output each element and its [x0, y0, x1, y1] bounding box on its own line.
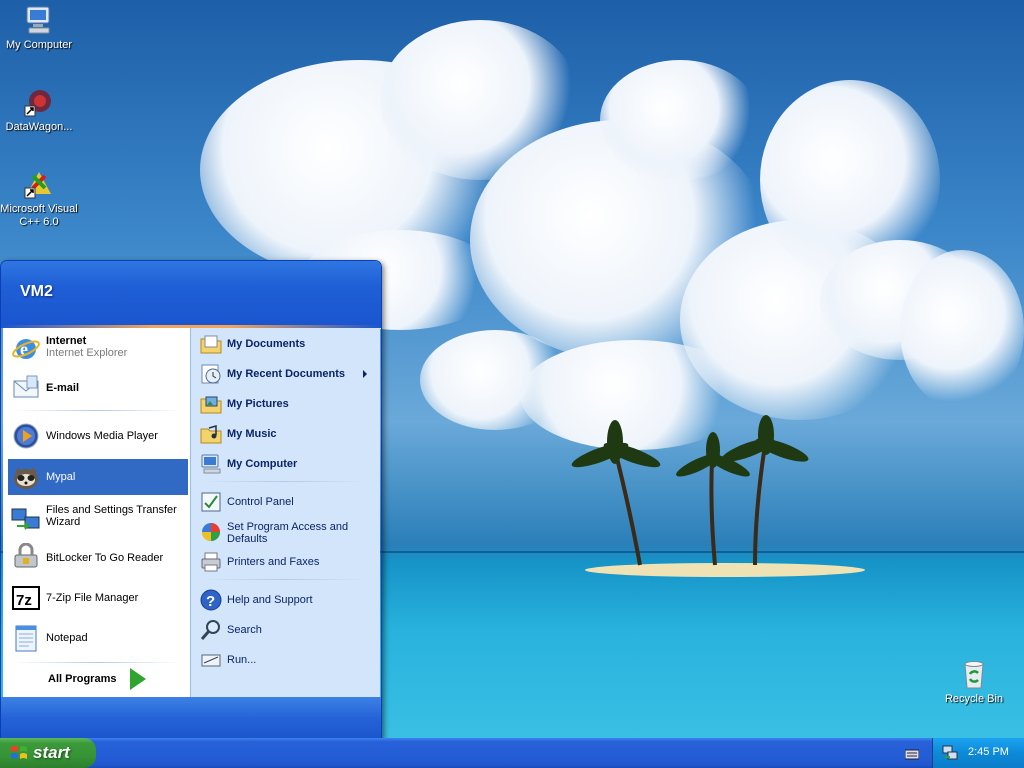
submenu-arrow-icon [363, 370, 367, 378]
item-title: My Computer [227, 458, 298, 470]
desktop-icon-label: Microsoft Visual C++ 6.0 [0, 203, 78, 228]
search-icon [200, 619, 222, 641]
desktop-icon-visual-cpp[interactable]: Microsoft Visual C++ 6.0 [0, 168, 78, 229]
start-item-my-pictures[interactable]: My Pictures [197, 391, 375, 417]
item-title: Files and Settings Transfer Wizard [46, 504, 177, 528]
mypal-icon [11, 462, 41, 492]
start-item-my-music[interactable]: My Music [197, 421, 375, 447]
start-item-printers-faxes[interactable]: Printers and Faxes [197, 549, 375, 575]
visual-cpp-shortcut-icon [23, 168, 55, 200]
control-panel-icon [200, 491, 222, 513]
start-menu-header: VM2 [1, 261, 381, 325]
system-tray: 2:45 PM [932, 738, 1024, 768]
start-item-my-computer[interactable]: My Computer [197, 451, 375, 477]
start-item-my-recent-documents[interactable]: My Recent Documents [197, 361, 375, 387]
network-tray-icon[interactable] [942, 745, 958, 761]
item-title: Notepad [46, 632, 88, 644]
start-item-help-support[interactable]: ? Help and Support [197, 587, 375, 613]
separator [201, 579, 366, 580]
start-menu-programs-pane: e Internet Internet Explorer E-mail Windo… [3, 328, 190, 697]
start-item-bitlocker[interactable]: BitLocker To Go Reader [8, 540, 188, 576]
separator [13, 410, 181, 411]
taskbar: start 2:45 PM [0, 738, 1024, 768]
arrow-right-icon [130, 668, 146, 690]
item-title: Run... [227, 654, 257, 666]
item-title: Internet [46, 335, 87, 347]
start-item-control-panel[interactable]: Control Panel [197, 489, 375, 515]
start-button[interactable]: start [0, 738, 96, 768]
start-item-internet[interactable]: e Internet Internet Explorer [8, 331, 188, 367]
item-title: Search [227, 624, 262, 636]
notepad-icon [11, 623, 41, 653]
my-documents-icon [200, 333, 222, 355]
windows-logo-icon [11, 746, 27, 759]
desktop: My Computer DataWagon... Microsoft Visua… [0, 0, 1024, 768]
email-icon [11, 373, 41, 403]
start-item-search[interactable]: Search [197, 617, 375, 643]
all-programs-button[interactable]: All Programs [43, 668, 153, 690]
desktop-icon-label: DataWagon... [5, 121, 73, 133]
recent-documents-icon [200, 363, 222, 385]
item-title: Set Program Access and Defaults [227, 521, 349, 545]
separator [13, 662, 181, 663]
desktop-icon-label: My Computer [5, 39, 73, 51]
start-item-7zip[interactable]: 7z 7-Zip File Manager [8, 580, 188, 616]
desktop-icon-label: Recycle Bin [944, 693, 1004, 705]
program-access-icon [200, 521, 222, 543]
recycle-bin-icon [958, 658, 990, 690]
item-title: My Documents [227, 338, 306, 350]
item-title: E-mail [46, 382, 80, 394]
my-computer-icon [23, 4, 55, 36]
my-pictures-icon [200, 393, 222, 415]
start-item-mypal[interactable]: Mypal [8, 459, 188, 495]
start-item-my-documents[interactable]: My Documents [197, 331, 375, 357]
desktop-icon-my-computer[interactable]: My Computer [0, 4, 78, 52]
bitlocker-icon [11, 542, 41, 573]
datawagon-shortcut-icon [23, 86, 55, 118]
start-menu-places-pane: My Documents My Recent Documents My Pict… [190, 328, 380, 697]
item-title: Help and Support [227, 594, 313, 606]
start-item-email[interactable]: E-mail [8, 370, 188, 406]
user-name: VM2 [20, 283, 53, 300]
item-title: My Music [227, 428, 277, 440]
start-menu-footer [1, 697, 381, 739]
start-item-notepad[interactable]: Notepad [8, 620, 188, 656]
my-music-icon [200, 423, 222, 445]
svg-text:?: ? [206, 593, 215, 610]
item-title: BitLocker To Go Reader [46, 552, 164, 564]
start-label: start [33, 743, 70, 762]
palm-trees-image [571, 415, 809, 566]
start-item-run[interactable]: Run... [197, 647, 375, 673]
svg-text:7z: 7z [16, 592, 32, 609]
start-item-transfer-wizard[interactable]: Files and Settings Transfer Wizard [8, 500, 188, 536]
item-title: Control Panel [227, 496, 294, 508]
item-title: My Pictures [227, 398, 289, 410]
my-computer-icon [200, 453, 222, 475]
internet-explorer-icon: e [11, 334, 41, 364]
separator [201, 481, 366, 482]
desktop-icon-recycle-bin[interactable]: Recycle Bin [935, 658, 1013, 706]
start-menu: VM2 e InternetInternet Explorer E-mail [0, 260, 382, 740]
item-title: Printers and Faxes [227, 556, 320, 568]
all-programs-label: All Programs [48, 673, 117, 685]
run-icon [200, 649, 222, 671]
start-item-media-player[interactable]: Windows Media Player [8, 418, 188, 454]
printer-icon [200, 551, 222, 573]
help-icon: ? [200, 589, 222, 611]
start-item-program-access[interactable]: Set Program Access and Defaults [197, 519, 375, 545]
7zip-icon: 7z [11, 583, 41, 613]
item-title: Windows Media Player [46, 430, 158, 442]
media-player-icon [11, 421, 41, 451]
item-title: My Recent Documents [227, 368, 345, 380]
desktop-icon-datawagon[interactable]: DataWagon... [0, 86, 78, 134]
transfer-wizard-icon [11, 503, 41, 533]
item-subtitle: Internet Explorer [46, 347, 128, 359]
keyboard-language-icon[interactable] [904, 747, 920, 760]
clock[interactable]: 2:45 PM [968, 746, 1009, 758]
item-title: Mypal [46, 471, 76, 483]
item-title: 7-Zip File Manager [46, 592, 139, 604]
